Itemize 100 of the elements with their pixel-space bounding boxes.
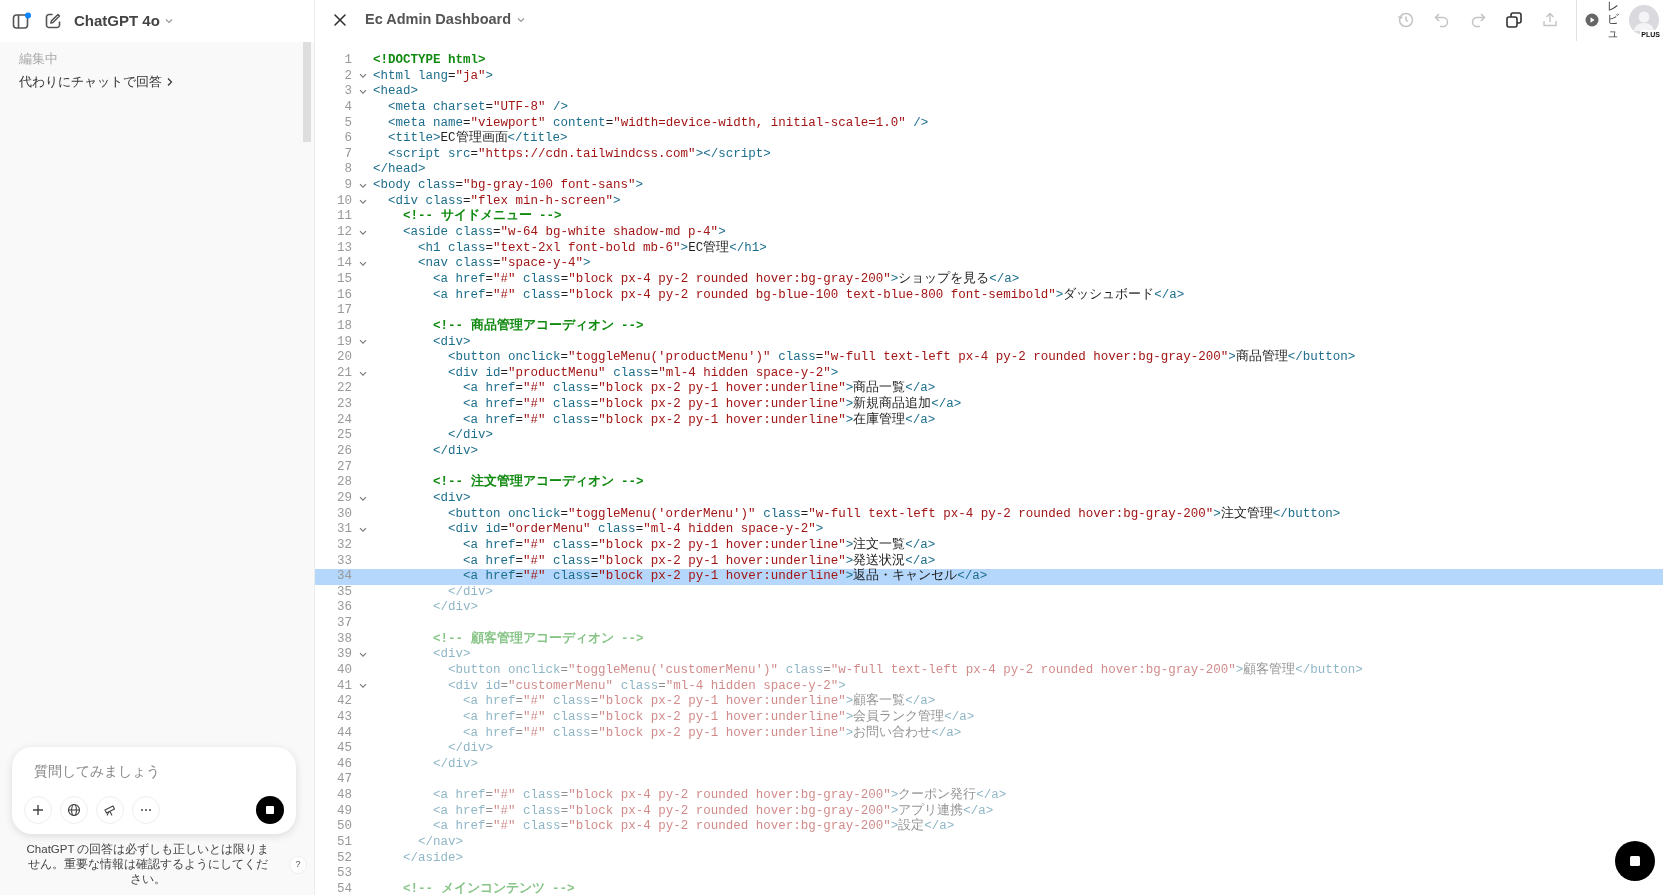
- code-line: <a href="#" class="block px-2 py-1 hover:underline">商品一覧</a>: [462, 381, 936, 396]
- sidebar-icon[interactable]: [12, 12, 32, 30]
- code-line: <a href="#" class="block px-2 py-1 hover:underline">注文一覧</a>: [462, 537, 936, 553]
- code-line: <html lang="ja">: [373, 68, 494, 85]
- fold-icon[interactable]: [358, 182, 367, 189]
- code-line: <div id="customerMenu" class="ml-4 hidden space-y-2">: [447, 678, 846, 695]
- scrollbar-thumb[interactable]: [303, 42, 311, 142]
- code-line: <a href="#" class="block px-4 py-2 rounded hover:bg-gray-200">クーポン発行</a>: [432, 788, 1007, 803]
- line-number: 5: [343, 115, 352, 132]
- code-line: <script src="https://cdn.tailwindcss.com"></script>: [387, 146, 771, 163]
- code-line: <!-- 商品管理アコーディオン -->: [432, 318, 644, 335]
- code-line: <a href="#" class="block px-4 py-2 rounded hover:bg-gray-200">ショップを見る</a>: [432, 271, 1020, 288]
- line-number: 8: [343, 162, 352, 179]
- line-number: 22: [336, 381, 352, 398]
- code-line: </aside>: [402, 850, 464, 867]
- line-number: 54: [336, 881, 352, 895]
- code-line: <button onclick="toggleMenu('customerMenu')" class="w-full text-left px-4 py-2 rounded hover:bg-gray-200">顧客管理</button>: [447, 663, 1363, 679]
- fold-icon[interactable]: [358, 339, 367, 346]
- document-title[interactable]: Ec Admin Dashboard: [365, 9, 527, 31]
- code-line: <a href="#" class="block px-2 py-1 hover:underline">在庫管理</a>: [462, 412, 936, 429]
- line-number: 29: [336, 490, 352, 507]
- code-line: <a href="#" class="block px-2 py-1 hover:underline">会員ランク管理</a>: [462, 709, 975, 725]
- fold-icon[interactable]: [358, 198, 367, 205]
- code-line: <div id="productMenu" class="ml-4 hidden space-y-2">: [447, 365, 839, 382]
- code-line: <body class="bg-gray-100 font-sans">: [373, 178, 644, 194]
- code-line: <div>: [432, 647, 471, 663]
- code-line: <meta charset="UTF-8" />: [387, 99, 569, 116]
- line-number: 21: [336, 365, 352, 382]
- message-input[interactable]: 質問してみましょう: [24, 761, 284, 797]
- code-line: <!-- メインコンテンツ -->: [402, 881, 575, 895]
- line-number: 35: [336, 584, 352, 601]
- chat-instead-link[interactable]: 代わりにチャットで回答: [19, 71, 174, 92]
- code-line: </div>: [432, 756, 479, 773]
- line-number: 18: [336, 318, 352, 335]
- preview-label[interactable]: レビュ: [1607, 0, 1619, 40]
- line-number: 4: [343, 99, 352, 116]
- line-number: 36: [336, 600, 352, 617]
- line-number: 50: [336, 819, 352, 836]
- fold-icon[interactable]: [358, 73, 367, 80]
- fold-icon[interactable]: [358, 495, 367, 502]
- line-number: 33: [336, 553, 352, 570]
- line-number: 10: [336, 193, 352, 210]
- code-line: <!-- サイドメニュー -->: [402, 209, 562, 226]
- model-selector[interactable]: ChatGPT 4o: [74, 9, 174, 33]
- line-number: 34: [336, 569, 352, 585]
- code-line: <!DOCTYPE html>: [373, 53, 486, 69]
- line-number: 45: [336, 741, 352, 757]
- help-button[interactable]: ?: [289, 855, 307, 874]
- fold-icon[interactable]: [358, 229, 367, 236]
- line-number: 40: [336, 663, 352, 679]
- fold-icon[interactable]: [358, 261, 367, 268]
- line-number: 17: [336, 303, 352, 319]
- line-number: 32: [336, 537, 352, 554]
- line-number: 49: [336, 803, 352, 820]
- code-line: </div>: [447, 428, 494, 444]
- line-number: 30: [336, 506, 352, 523]
- stop-button[interactable]: [1615, 841, 1655, 881]
- line-number: 15: [336, 271, 352, 288]
- composer-panel[interactable]: 質問してみましょう: [12, 746, 296, 835]
- chevron-right-icon: [166, 76, 174, 87]
- line-number: 51: [336, 835, 352, 851]
- code-line: <meta name="viewport" content="width=device-width, initial-scale=1.0" />: [387, 115, 929, 130]
- more-icon: [139, 808, 153, 813]
- fold-icon[interactable]: [358, 370, 367, 377]
- telescope-button[interactable]: [96, 796, 124, 825]
- line-number: 48: [336, 788, 352, 804]
- line-number: 46: [336, 756, 352, 773]
- fold-icon[interactable]: [358, 527, 367, 534]
- line-number: 47: [336, 772, 352, 789]
- code-line: <!-- 顧客管理アコーディオン -->: [432, 631, 644, 648]
- code-line: <nav class="space-y-4">: [417, 256, 591, 272]
- stop-button[interactable]: [256, 796, 284, 825]
- globe-button[interactable]: [60, 796, 88, 825]
- line-number: 43: [336, 709, 352, 726]
- avatar[interactable]: [1629, 5, 1659, 35]
- code-line: </div>: [432, 600, 479, 617]
- code-line: </head>: [373, 162, 426, 179]
- code-line: <aside class="w-64 bg-white shadow-md p-4">: [402, 225, 726, 240]
- fold-icon[interactable]: [358, 89, 367, 96]
- line-number: 28: [336, 475, 352, 491]
- line-number: 9: [343, 178, 352, 194]
- close-icon[interactable]: [333, 13, 347, 27]
- stop-icon: [265, 805, 275, 816]
- stop-icon: [1629, 855, 1641, 867]
- caret-icon: [163, 16, 174, 26]
- line-number: 20: [336, 350, 352, 366]
- code-line: <head>: [373, 84, 419, 100]
- line-number: 39: [336, 647, 352, 663]
- code-line: <a href="#" class="block px-2 py-1 hover:underline">返品・キャンセル</a>: [462, 569, 988, 585]
- play-icon[interactable]: [1585, 13, 1599, 27]
- fold-icon[interactable]: [358, 652, 367, 659]
- code-line: </div>: [447, 741, 494, 757]
- line-number: 19: [336, 334, 352, 351]
- line-number: 3: [343, 84, 352, 100]
- edit-icon[interactable]: [44, 12, 62, 30]
- fold-icon[interactable]: [358, 683, 367, 690]
- line-number: 14: [336, 256, 352, 272]
- code-line: <a href="#" class="block px-4 py-2 rounded bg-blue-100 text-blue-800 font-semibold">ダッシュボード</a>: [432, 287, 1185, 304]
- add-button[interactable]: [24, 796, 52, 825]
- line-number: 6: [343, 131, 352, 147]
